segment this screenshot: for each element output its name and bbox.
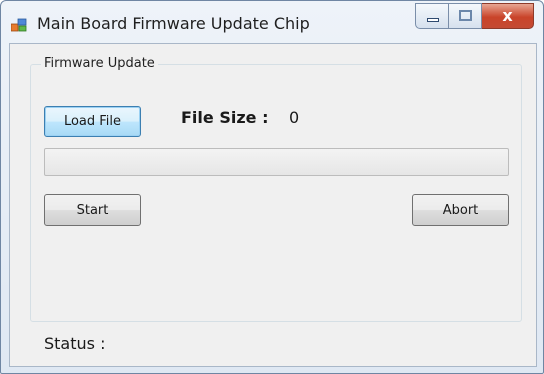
file-size-value: 0 — [289, 108, 300, 127]
minimize-icon — [427, 18, 439, 22]
firmware-update-group: Firmware Update — [30, 55, 522, 322]
app-window: Main Board Firmware Update Chip x Firmwa… — [0, 0, 544, 374]
load-file-button[interactable]: Load File — [44, 106, 141, 137]
client-area: Firmware Update Load File File Size : 0 … — [9, 43, 537, 367]
title-bar[interactable]: Main Board Firmware Update Chip x — [1, 1, 543, 43]
maximize-icon — [459, 10, 472, 21]
start-button[interactable]: Start — [44, 194, 141, 226]
close-icon: x — [502, 6, 513, 25]
abort-button[interactable]: Abort — [412, 194, 509, 226]
close-button[interactable]: x — [482, 3, 534, 29]
group-label: Firmware Update — [41, 55, 158, 73]
maximize-button[interactable] — [449, 3, 482, 29]
minimize-button[interactable] — [415, 3, 449, 29]
window-title: Main Board Firmware Update Chip — [37, 14, 310, 33]
progress-bar — [44, 148, 509, 176]
status-label: Status : — [44, 334, 106, 353]
app-window-icon — [10, 17, 27, 32]
file-size-label: File Size : — [181, 108, 269, 127]
